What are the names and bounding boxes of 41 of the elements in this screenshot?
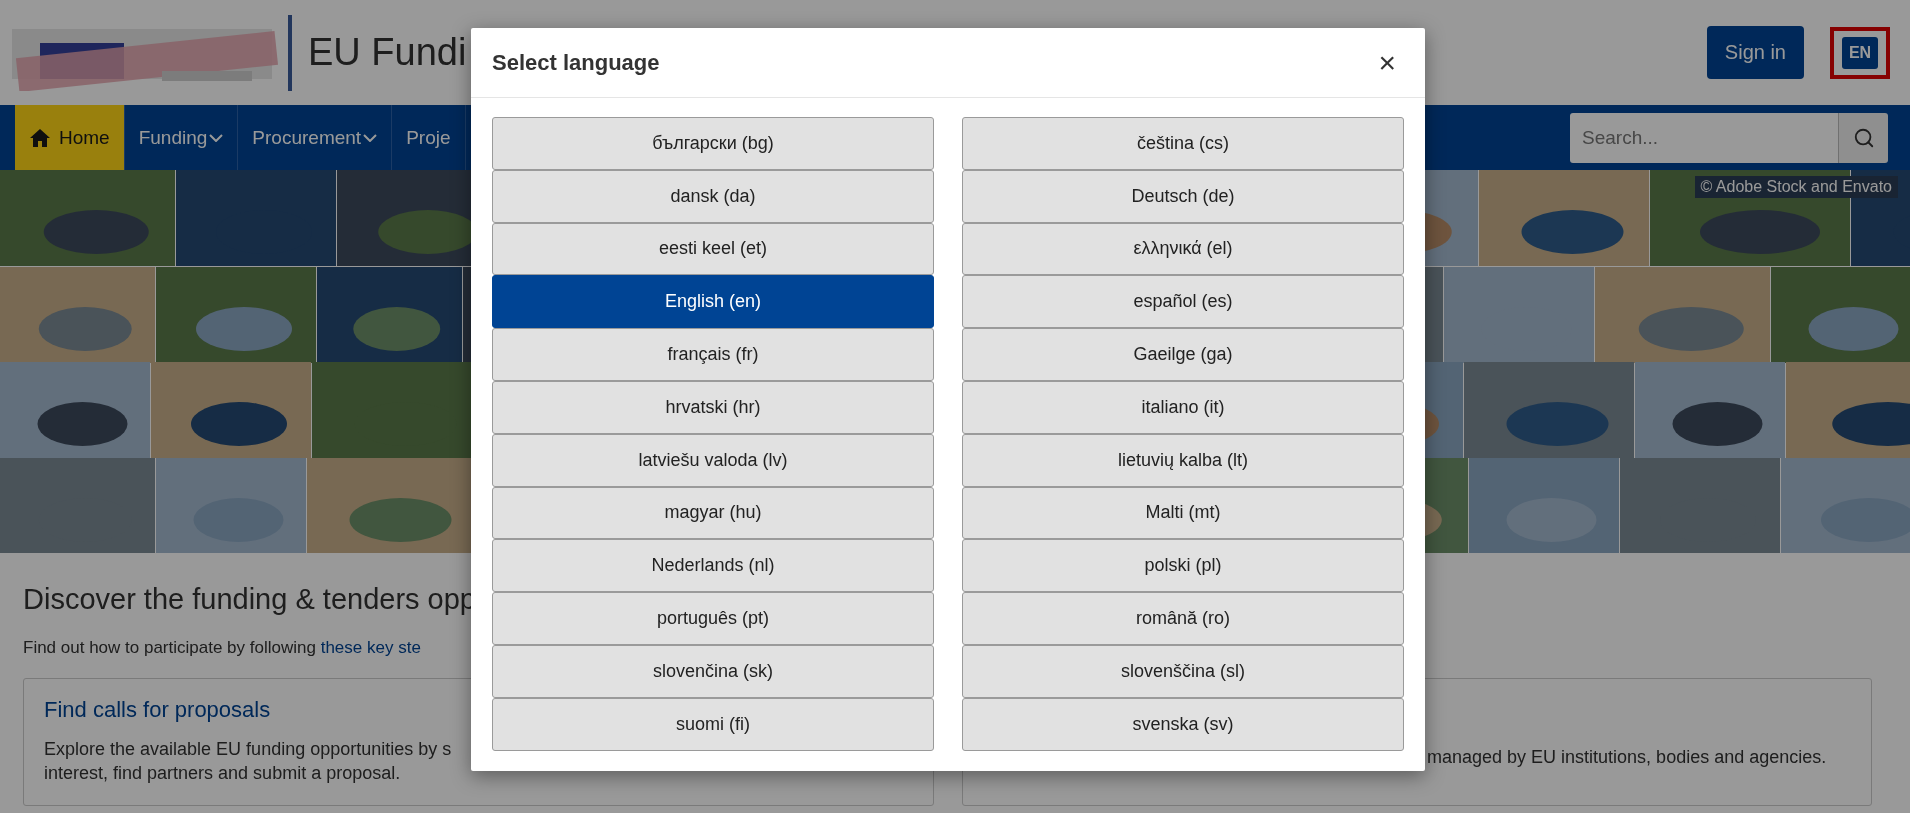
key-steps-link[interactable]: these key ste	[320, 638, 421, 657]
card-text: interest, find partners and submit a proposal.	[44, 762, 402, 785]
language-option[interactable]: čeština (cs)	[962, 117, 1404, 170]
language-option[interactable]: English (en)	[492, 275, 934, 329]
language-option[interactable]: eesti keel (et)	[492, 222, 934, 276]
close-button[interactable]: ×	[1370, 47, 1404, 78]
language-option[interactable]: svenska (sv)	[962, 697, 1404, 751]
language-option[interactable]: latviešu valoda (lv)	[492, 433, 934, 487]
language-button[interactable]: EN	[1842, 36, 1878, 69]
language-option[interactable]: magyar (hu)	[492, 486, 934, 540]
language-option[interactable]: Gaeilge (ga)	[962, 328, 1404, 381]
language-option[interactable]: Deutsch (de)	[962, 169, 1404, 223]
language-option[interactable]: português (pt)	[492, 592, 934, 645]
language-option[interactable]: hrvatski (hr)	[492, 381, 934, 434]
card-text: Explore the available EU funding opportunities by s	[44, 738, 453, 761]
language-option[interactable]: Malti (mt)	[962, 486, 1404, 540]
language-option[interactable]: dansk (da)	[492, 169, 934, 223]
nav-item[interactable]: Home	[15, 105, 125, 170]
language-option[interactable]: español (es)	[962, 275, 1404, 329]
sign-in-button[interactable]: Sign in	[1706, 26, 1804, 79]
language-option[interactable]: slovenščina (sl)	[962, 644, 1404, 698]
chevron-icon	[363, 133, 378, 142]
dialog-title: Select language	[492, 49, 660, 76]
search-icon	[1852, 126, 1875, 149]
language-option[interactable]: română (ro)	[962, 592, 1404, 645]
language-option[interactable]: Nederlands (nl)	[492, 539, 934, 593]
language-option[interactable]: français (fr)	[492, 328, 934, 381]
language-option[interactable]: български (bg)	[492, 117, 934, 170]
search-button[interactable]	[1838, 112, 1888, 163]
language-option[interactable]: ελληνικά (el)	[962, 222, 1404, 276]
search-field[interactable]: Search...	[1570, 112, 1838, 163]
language-option[interactable]: italiano (it)	[962, 381, 1404, 434]
language-option[interactable]: lietuvių kalba (lt)	[962, 433, 1404, 487]
language-option[interactable]: slovenčina (sk)	[492, 644, 934, 698]
photo-credit: © Adobe Stock and Envato	[1694, 176, 1898, 198]
site-title: EU Fundi	[308, 31, 467, 74]
home-icon	[29, 127, 51, 148]
chevron-icon	[209, 133, 224, 142]
language-option[interactable]: polski (pl)	[962, 539, 1404, 593]
language-option[interactable]: suomi (fi)	[492, 697, 934, 751]
card-text: managed by EU institutions, bodies and agencies.	[1427, 746, 1828, 769]
